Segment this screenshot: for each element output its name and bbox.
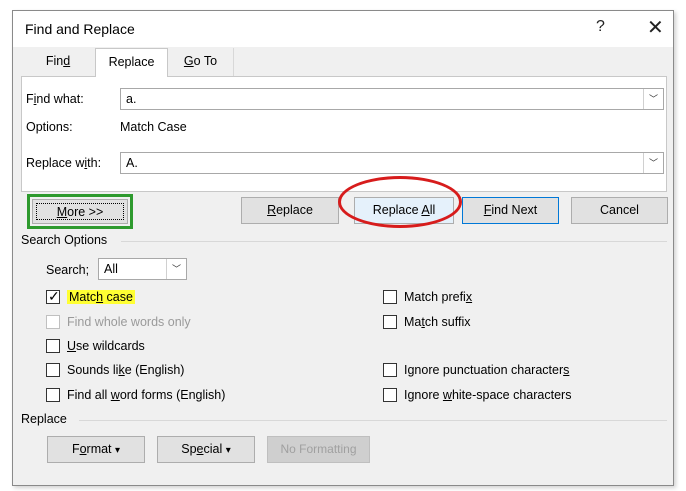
search-direction-label: Search; <box>46 263 90 277</box>
special-button[interactable]: Special ▾ <box>157 436 255 463</box>
no-formatting-button: No Formatting <box>267 436 370 463</box>
checkbox[interactable] <box>46 363 60 377</box>
checkmark-icon: ✓ <box>48 288 60 304</box>
tab-find[interactable]: Find <box>21 48 95 76</box>
chevron-down-icon[interactable]: ﹀ <box>643 153 663 173</box>
options-label: Options: <box>26 120 73 134</box>
checkbox[interactable] <box>383 388 397 402</box>
replace-all-button[interactable]: Replace All <box>354 197 454 224</box>
checkbox[interactable] <box>46 339 60 353</box>
tab-replace[interactable]: Replace <box>95 48 168 77</box>
replace-section-heading: Replace <box>21 412 67 426</box>
find-what-input[interactable]: a. ﹀ <box>120 88 664 110</box>
checkbox[interactable] <box>46 388 60 402</box>
format-button[interactable]: Format ▾ <box>47 436 145 463</box>
divider <box>121 241 667 242</box>
title-bar: Find and Replace ? ✕ <box>13 11 673 47</box>
checkbox[interactable]: ✓ <box>46 288 60 304</box>
divider <box>79 420 667 421</box>
find-next-button[interactable]: Find Next <box>462 197 559 224</box>
checkbox[interactable] <box>383 363 397 377</box>
checkbox <box>46 315 60 329</box>
replace-with-label: Replace with: <box>26 156 102 170</box>
find-replace-panel: Find what: a. ﹀ Options: Match Case Repl… <box>21 76 667 192</box>
tab-go-to[interactable]: Go To <box>168 48 234 76</box>
chevron-down-icon[interactable]: ﹀ <box>166 259 186 279</box>
highlighted-label: Match case <box>67 290 135 304</box>
chevron-down-icon[interactable]: ﹀ <box>643 89 663 109</box>
find-replace-dialog: Find and Replace ? ✕ Find Replace Go To … <box>12 10 674 486</box>
search-direction-select[interactable]: All ﹀ <box>98 258 187 280</box>
dropdown-arrow-icon: ▾ <box>225 445 231 456</box>
cancel-button[interactable]: Cancel <box>571 197 668 224</box>
replace-with-input[interactable]: A. ﹀ <box>120 152 664 174</box>
replace-button[interactable]: Replace <box>241 197 339 224</box>
dialog-title: Find and Replace <box>25 21 135 37</box>
dropdown-arrow-icon: ▾ <box>115 445 121 456</box>
search-options-heading: Search Options <box>21 233 108 247</box>
help-button[interactable]: ? <box>596 18 605 36</box>
close-icon[interactable]: ✕ <box>647 15 664 40</box>
checkbox[interactable] <box>383 315 397 329</box>
checkbox[interactable] <box>383 290 397 304</box>
options-value: Match Case <box>120 120 187 134</box>
find-what-label: Find what: <box>26 92 84 106</box>
more-button[interactable]: More >> <box>27 194 133 229</box>
